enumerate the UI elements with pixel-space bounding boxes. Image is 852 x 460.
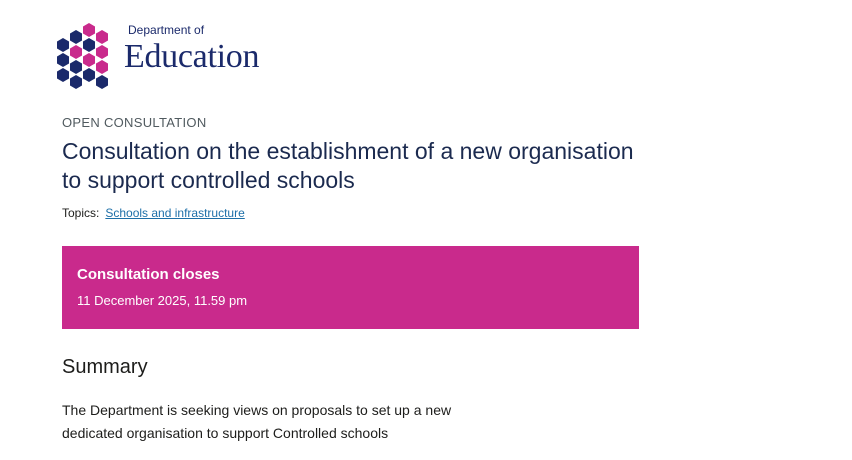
topics-label: Topics: (62, 206, 100, 220)
hexagon-cluster-logo-icon (57, 23, 108, 89)
summary-text: The Department is seeking views on propo… (62, 402, 452, 441)
consultation-status-label: OPEN CONSULTATION (62, 115, 207, 130)
department-logo[interactable]: Department of Education (56, 22, 276, 94)
page-title: Consultation on the establishment of a n… (62, 138, 634, 193)
summary-heading: Summary (62, 356, 148, 378)
topic-link-schools-and-infrastructure[interactable]: Schools and infrastructure (105, 206, 244, 220)
consultation-closes-heading: Consultation closes (77, 266, 220, 283)
topics-row: Topics: Schools and infrastructure (62, 206, 245, 220)
logo-education-text: Education (124, 38, 260, 75)
consultation-closes-banner: Consultation closes 11 December 2025, 11… (62, 246, 639, 329)
logo-department-text: Department of (128, 23, 205, 37)
consultation-closes-date: 11 December 2025, 11.59 pm (77, 293, 248, 308)
